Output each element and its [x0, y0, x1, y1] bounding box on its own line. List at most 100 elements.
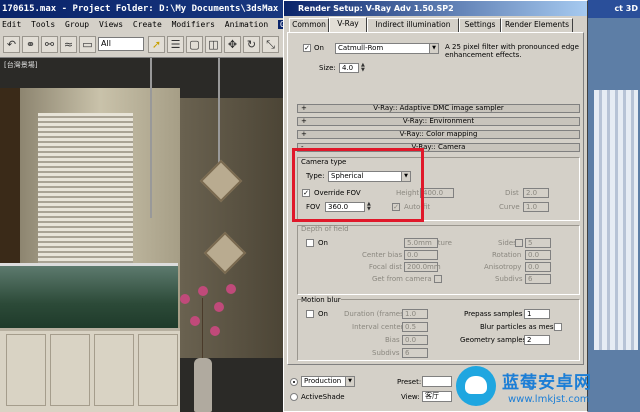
- watermark: 蓝莓安卓网 www.lmkjst.com: [452, 364, 640, 412]
- viewport-window-blinds: [38, 113, 133, 263]
- center-bias-input[interactable]: 0.0: [404, 250, 438, 260]
- tab-common[interactable]: Common: [289, 18, 329, 32]
- tab-settings[interactable]: Settings: [459, 18, 501, 32]
- viewport-label[interactable]: [台灣景場]: [4, 60, 37, 70]
- app-title: 170615.max - Project Folder: D:\My Docum…: [2, 4, 279, 14]
- tab-vray[interactable]: V-Ray: [329, 17, 367, 32]
- viewport-aquarium: [0, 263, 178, 329]
- viewport-cabinet-door: [6, 334, 46, 406]
- get-from-camera-checkbox[interactable]: [434, 275, 442, 283]
- curve-input[interactable]: 1.0: [523, 202, 549, 212]
- viewport-flower: [226, 284, 236, 294]
- viewport-flower: [180, 294, 190, 304]
- bind-spacewarp-icon[interactable]: ≈: [60, 36, 77, 53]
- height-input[interactable]: 400.0: [420, 188, 454, 198]
- sides-label: Sides: [498, 239, 517, 247]
- view-dropdown[interactable]: 客厅: [422, 391, 452, 402]
- unlink-icon[interactable]: ⚯: [41, 36, 58, 53]
- menu-edit[interactable]: Edit: [2, 20, 21, 29]
- viewport-right-strip: ct 3D: [588, 0, 640, 412]
- rollout-color-mapping-label: V-Ray:: Color mapping: [399, 130, 478, 138]
- view-value: 客厅: [425, 392, 439, 400]
- rollout-adaptive-dmc[interactable]: + V-Ray:: Adaptive DMC image sampler: [297, 104, 580, 113]
- motion-blur-group-label: Motion blur: [301, 296, 341, 304]
- filter-type-dropdown[interactable]: Catmull-Rom ▼: [335, 43, 439, 54]
- activeshade-label: ActiveShade: [301, 393, 345, 401]
- view-label: View:: [401, 393, 420, 401]
- motion-blur-on-checkbox[interactable]: [306, 310, 314, 318]
- window-crossing-icon[interactable]: ◫: [205, 36, 222, 53]
- activeshade-radio[interactable]: [290, 393, 298, 401]
- preset-dropdown[interactable]: [422, 376, 452, 387]
- viewport-vase: [194, 358, 212, 412]
- watermark-logo-icon: [456, 366, 496, 406]
- menu-modifiers[interactable]: Modifiers: [172, 20, 215, 29]
- blur-particles-checkbox[interactable]: [554, 323, 562, 331]
- rollout-environment-label: V-Ray:: Environment: [402, 117, 475, 125]
- select-cursor-icon[interactable]: ➚: [148, 36, 165, 53]
- menu-tools[interactable]: Tools: [31, 20, 55, 29]
- mb-subdivs-input[interactable]: 6: [402, 348, 428, 358]
- interval-center-input[interactable]: 0.5: [402, 322, 428, 332]
- viewport-cabinet-door: [50, 334, 90, 406]
- tab-indirect-illumination[interactable]: Indirect illumination: [367, 18, 459, 32]
- dof-on-checkbox[interactable]: [306, 239, 314, 247]
- aperture-input[interactable]: 5.0mm: [404, 238, 438, 248]
- rotation-input[interactable]: 0.0: [525, 250, 551, 260]
- dof-group: [297, 225, 580, 295]
- focal-dist-label: Focal dist: [368, 263, 402, 271]
- viewport-perspective[interactable]: [台灣景場]: [0, 58, 290, 412]
- mb-subdivs-label: Subdivs: [372, 349, 400, 357]
- move-icon[interactable]: ✥: [224, 36, 241, 53]
- chevron-down-icon: ▼: [345, 377, 354, 386]
- bias-input[interactable]: 0.0: [402, 335, 428, 345]
- viewport-pendant-cord: [150, 58, 152, 218]
- link-icon[interactable]: ⚭: [22, 36, 39, 53]
- select-object-icon[interactable]: ▭: [79, 36, 96, 53]
- scale-icon[interactable]: ⤡: [262, 36, 279, 53]
- rollout-adaptive-dmc-label: V-Ray:: Adaptive DMC image sampler: [373, 104, 504, 112]
- rotate-icon[interactable]: ↻: [243, 36, 260, 53]
- filter-description: A 25 pixel filter with pronounced edge e…: [445, 43, 579, 59]
- center-bias-label: Center bias: [362, 251, 403, 259]
- filter-size-input[interactable]: 4.0: [339, 63, 359, 73]
- menu-create[interactable]: Create: [133, 20, 162, 29]
- dist-input[interactable]: 2.0: [523, 188, 549, 198]
- production-label: Production: [304, 377, 342, 385]
- prepass-samples-input[interactable]: 1: [524, 309, 550, 319]
- rollout-environment[interactable]: + V-Ray:: Environment: [297, 117, 580, 126]
- sides-input[interactable]: 5: [525, 238, 551, 248]
- get-from-camera-label: Get from camera: [372, 275, 432, 283]
- dof-subdivs-label: Subdivs: [495, 275, 523, 283]
- focal-dist-input[interactable]: 200.0mm: [404, 262, 441, 272]
- menu-group[interactable]: Group: [65, 20, 89, 29]
- anisotropy-input[interactable]: 0.0: [525, 262, 551, 272]
- filter-size-spinner-icon[interactable]: ▲ ▼: [361, 63, 366, 73]
- rotation-label: Rotation: [492, 251, 522, 259]
- duration-input[interactable]: 1.0: [402, 309, 428, 319]
- dof-on-label: On: [318, 239, 328, 247]
- menu-views[interactable]: Views: [99, 20, 123, 29]
- viewport-cabinet-door: [94, 334, 134, 406]
- rollout-color-mapping[interactable]: + V-Ray:: Color mapping: [297, 130, 580, 139]
- rectangular-region-icon[interactable]: ▢: [186, 36, 203, 53]
- filter-on-checkbox[interactable]: ✓: [303, 44, 311, 52]
- geometry-samples-input[interactable]: 2: [524, 335, 550, 345]
- undo-icon[interactable]: ↶: [3, 36, 20, 53]
- production-dropdown[interactable]: Production ▼: [301, 376, 355, 387]
- selection-filter-dropdown[interactable]: All: [98, 37, 144, 51]
- prepass-samples-label: Prepass samples: [464, 310, 523, 318]
- dialog-tabs: Common V-Ray Indirect illumination Setti…: [287, 17, 585, 32]
- production-radio[interactable]: [290, 378, 298, 386]
- dof-group-label: Depth of field: [301, 225, 349, 233]
- dof-subdivs-input[interactable]: 6: [525, 274, 551, 284]
- dist-label: Dist: [505, 189, 519, 197]
- selection-filter-value: All: [101, 39, 111, 48]
- filter-on-label: On: [314, 44, 324, 52]
- select-by-name-icon[interactable]: ☰: [167, 36, 184, 53]
- curve-label: Curve: [499, 203, 520, 211]
- tab-render-elements[interactable]: Render Elements: [501, 18, 573, 32]
- dialog-title-bar[interactable]: Render Setup: V-Ray Adv 1.50.SP2: [284, 1, 587, 16]
- menu-animation[interactable]: Animation: [225, 20, 268, 29]
- sides-checkbox[interactable]: [515, 239, 523, 247]
